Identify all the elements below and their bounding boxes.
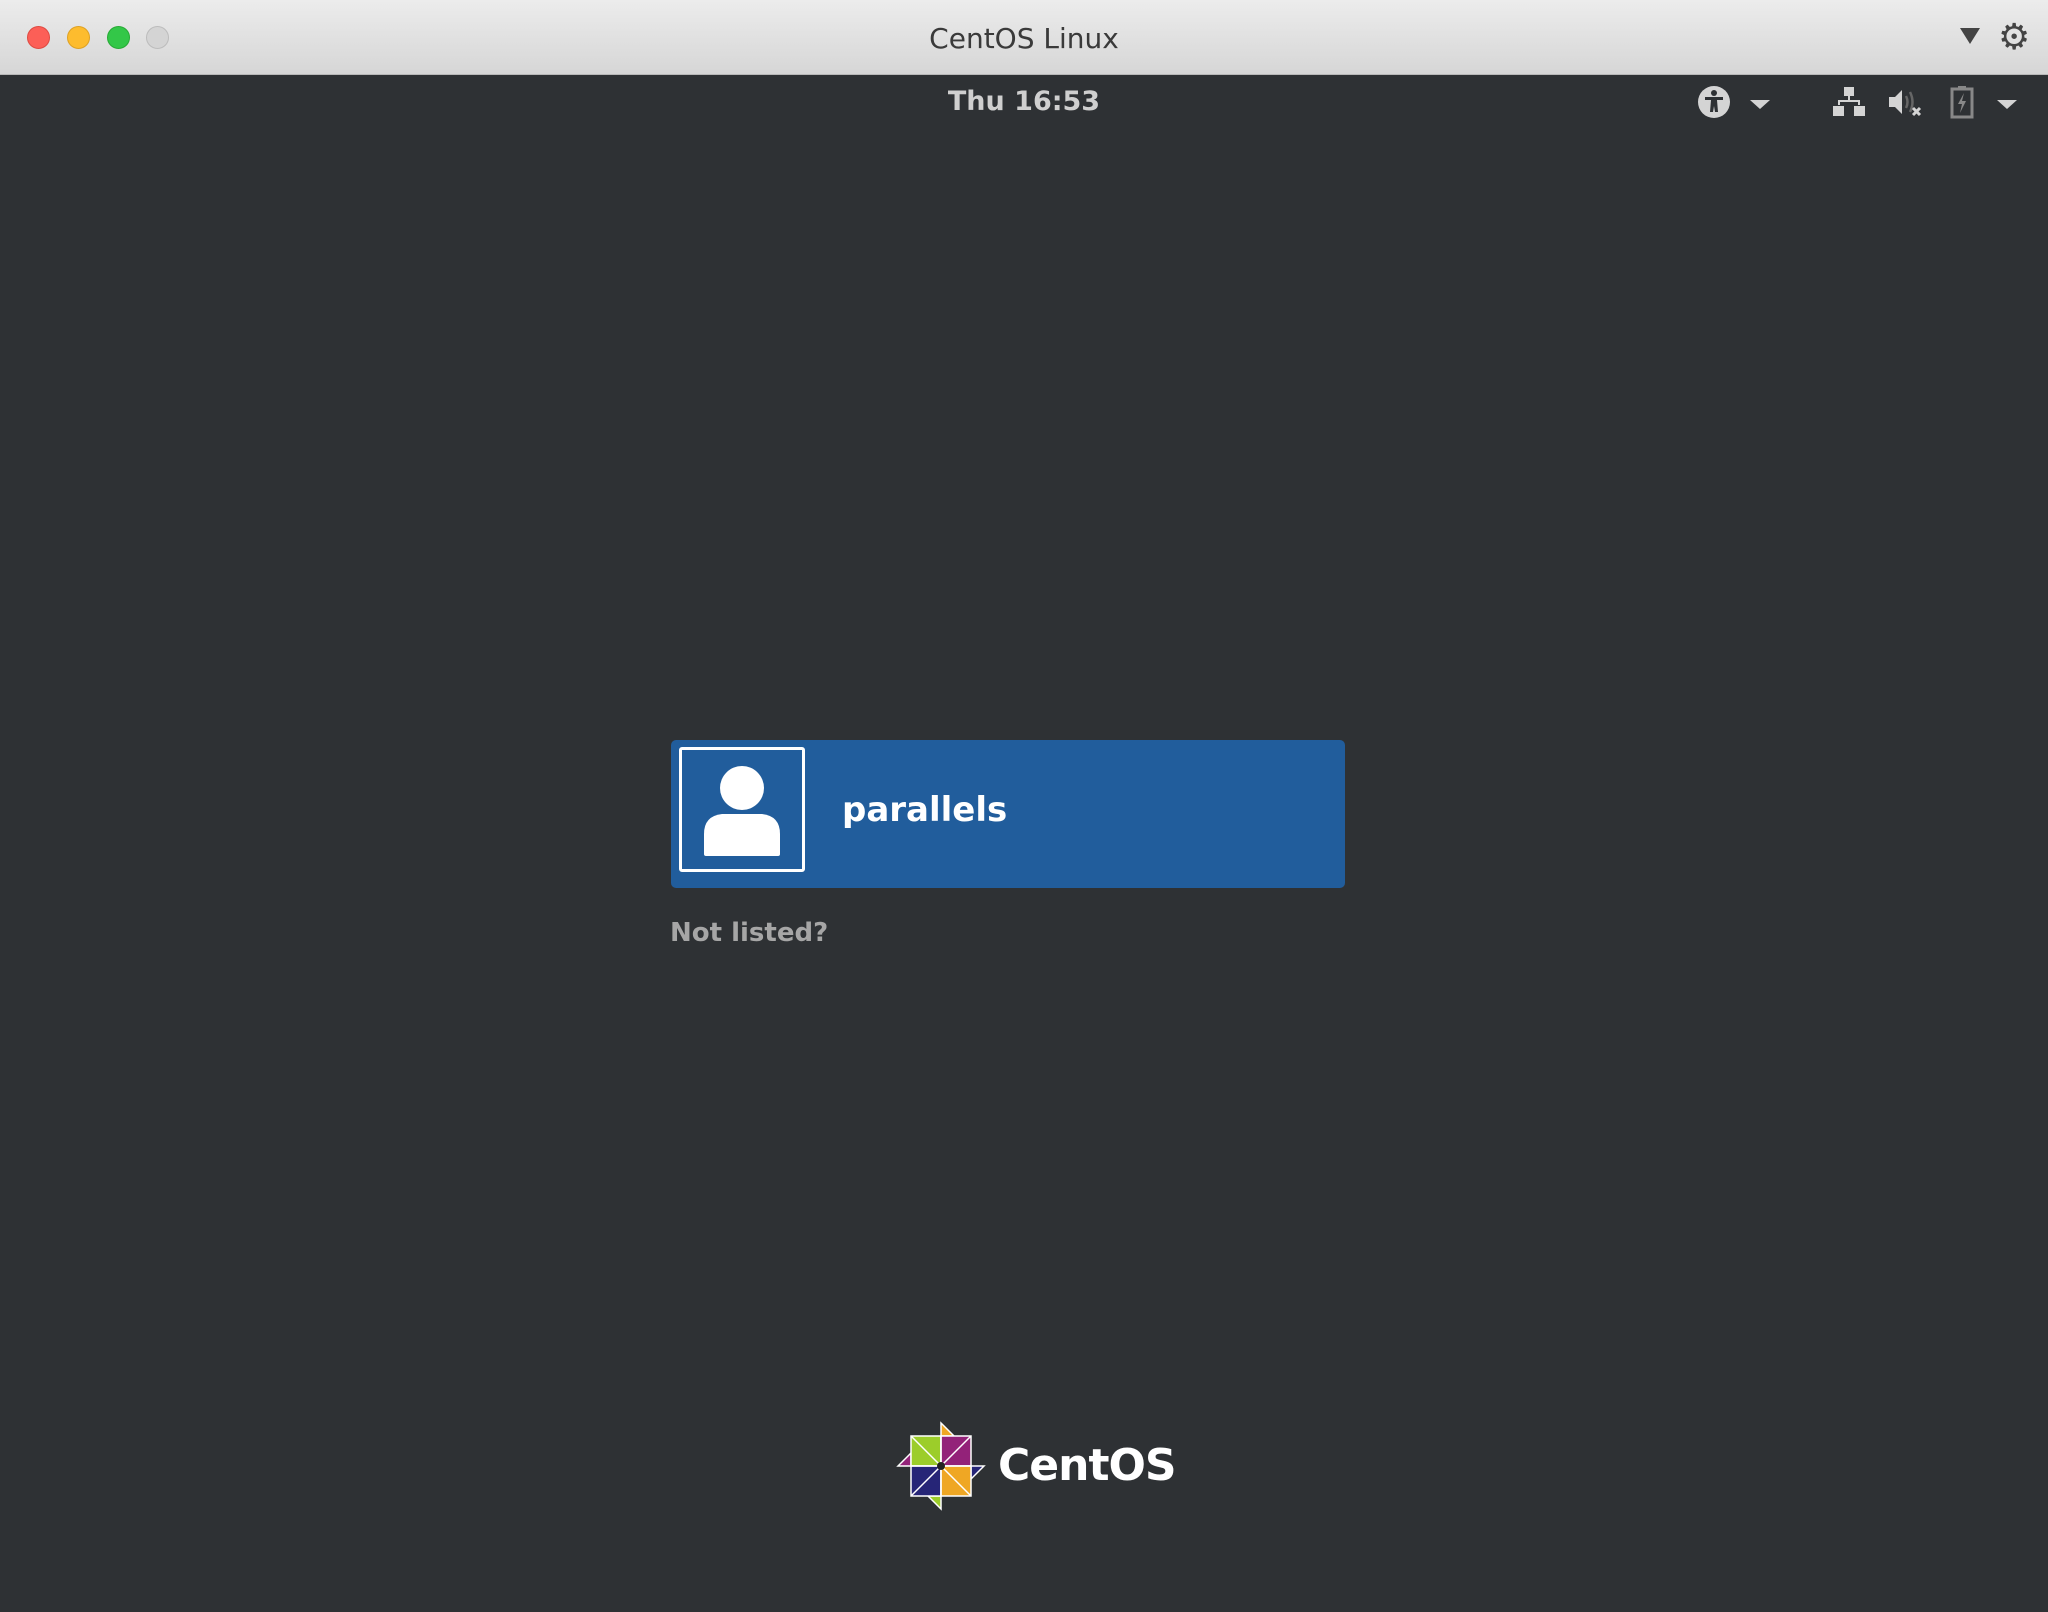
not-listed-link[interactable]: Not listed? [670, 918, 828, 948]
window-title: CentOS Linux [929, 22, 1119, 55]
network-icon[interactable] [1833, 87, 1865, 117]
system-menu-caret-icon[interactable] [1997, 100, 2017, 109]
user-list-item-parallels[interactable]: parallels [671, 740, 1345, 888]
user-icon [704, 766, 780, 856]
dropdown-triangle-icon[interactable] [1960, 28, 1980, 44]
window-titlebar: CentOS Linux ⚙ [0, 0, 2048, 75]
clock[interactable]: Thu 16:53 [0, 86, 2048, 117]
avatar [679, 747, 805, 872]
battery-charging-icon[interactable] [1950, 85, 1974, 119]
username-label: parallels [842, 790, 1008, 830]
volume-muted-icon[interactable] [1889, 88, 1923, 118]
login-screen: Thu 16:53 parallels Not listed? CentOS [0, 76, 2048, 1612]
gear-icon[interactable]: ⚙ [1998, 18, 2030, 58]
centos-logo-icon [896, 1421, 986, 1511]
centos-wordmark: CentOS [998, 1440, 1177, 1491]
accessibility-menu-caret-icon[interactable] [1750, 100, 1770, 109]
accessibility-icon[interactable] [1697, 85, 1731, 119]
